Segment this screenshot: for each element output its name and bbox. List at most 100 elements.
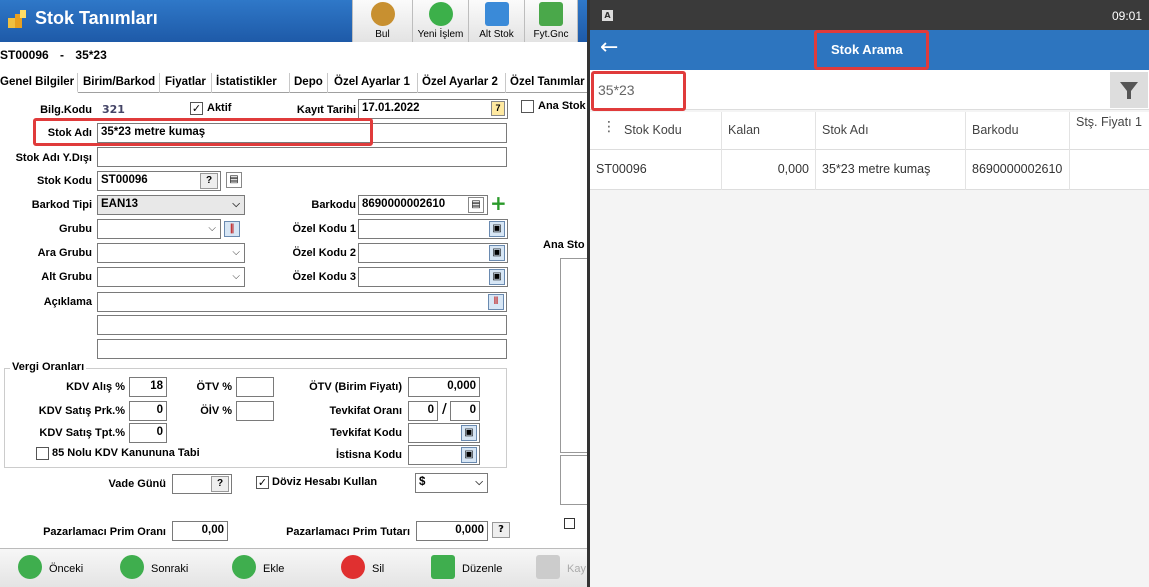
- prim-orani-label: Pazarlamacı Prim Oranı: [43, 526, 166, 538]
- oiv-label: ÖİV %: [200, 405, 232, 417]
- tevkifat-a-input[interactable]: 0: [408, 401, 438, 421]
- kaydet-button[interactable]: Kay: [536, 555, 590, 583]
- vade-help-button[interactable]: ?: [211, 476, 229, 492]
- ozel-kodu-1-input[interactable]: ▣: [358, 219, 508, 239]
- cell-fiyat: [1070, 150, 1149, 190]
- duzenle-button[interactable]: Düzenle: [431, 555, 511, 583]
- lookup-icon[interactable]: ▣: [461, 447, 477, 463]
- tab-birim-barkod[interactable]: Birim/Barkod: [80, 73, 160, 93]
- doviz-select[interactable]: $ ⌵: [415, 473, 488, 493]
- doviz-checkbox[interactable]: ✓: [256, 476, 269, 489]
- barkodu-label: Barkodu: [311, 199, 356, 211]
- lookup-icon[interactable]: ▣: [489, 269, 505, 285]
- vade-gunu-input[interactable]: ?: [172, 474, 232, 494]
- stok-adi-ydisi-input[interactable]: [97, 147, 507, 167]
- add-barcode-icon[interactable]: +: [490, 193, 507, 213]
- otv-input[interactable]: [236, 377, 274, 397]
- kdv-satis-tpt-input[interactable]: 0: [129, 423, 167, 443]
- istisna-kodu-label: İstisna Kodu: [335, 449, 402, 461]
- sonraki-button[interactable]: Sonraki: [120, 555, 200, 583]
- ara-grubu-select[interactable]: ⌵: [97, 243, 245, 263]
- cell-kalan: 0,000: [722, 150, 816, 190]
- app-bar: ← Stok Arama: [590, 30, 1149, 70]
- kdv85-checkbox[interactable]: [36, 447, 49, 460]
- istisna-kodu-input[interactable]: ▣: [408, 445, 480, 465]
- document-icon[interactable]: ▤: [226, 172, 242, 188]
- alt-grubu-label: Alt Grubu: [41, 271, 92, 283]
- vade-gunu-label: Vade Günü: [108, 478, 166, 490]
- kdv-satis-prk-label: KDV Satış Prk.%: [38, 405, 125, 417]
- ozel-kodu-2-label: Özel Kodu 2: [292, 247, 356, 259]
- cell-barkodu: 8690000002610: [966, 150, 1070, 190]
- tab-istatistikler[interactable]: İstatistikler: [214, 73, 290, 93]
- stok-kodu-help-button[interactable]: ?: [200, 173, 218, 189]
- lookup-icon[interactable]: ▣: [489, 221, 505, 237]
- tab-depo[interactable]: Depo: [292, 73, 328, 93]
- barcode-doc-icon[interactable]: ▤: [468, 197, 484, 213]
- tab-ozel-ayarlar-1[interactable]: Özel Ayarlar 1: [332, 73, 418, 93]
- tevkifat-b-input[interactable]: 0: [450, 401, 480, 421]
- tab-genel-bilgiler[interactable]: Genel Bilgiler: [0, 73, 78, 93]
- stok-tanimlari-window: Stok Tanımları Bul Yeni İşlem Alt Stok F…: [0, 0, 590, 587]
- alt-stok-button[interactable]: Alt Stok: [468, 0, 524, 42]
- kayit-tarihi-input[interactable]: 17.01.2022 7: [358, 99, 508, 119]
- aciklama-input-3[interactable]: [97, 339, 507, 359]
- prim-help-button[interactable]: ?: [492, 522, 510, 538]
- otv-birim-label: ÖTV (Birim Fiyatı): [309, 381, 402, 393]
- chevron-down-icon: ⌵: [208, 223, 216, 234]
- ana-stok-2-label: Ana Sto: [543, 239, 585, 251]
- yeni-islem-button[interactable]: Yeni İşlem: [412, 0, 468, 42]
- onceki-button[interactable]: Önceki: [18, 555, 98, 583]
- lookup-icon[interactable]: ▣: [461, 425, 477, 441]
- ekle-button[interactable]: Ekle: [232, 555, 302, 583]
- sil-button[interactable]: Sil: [341, 555, 401, 583]
- ozel-kodu-1-label: Özel Kodu 1: [292, 223, 356, 235]
- record-header: ST00096 - 35*23: [0, 48, 107, 62]
- aciklama-list-icon[interactable]: ‖: [488, 294, 504, 310]
- oiv-input[interactable]: [236, 401, 274, 421]
- calendar-icon[interactable]: 7: [491, 101, 505, 116]
- tevkifat-kodu-input[interactable]: ▣: [408, 423, 480, 443]
- column-menu-icon[interactable]: ⋮: [602, 120, 616, 134]
- grubu-select[interactable]: ⌵: [97, 219, 221, 239]
- tab-ozel-ayarlar-2[interactable]: Özel Ayarlar 2: [420, 73, 506, 93]
- arrow-right-icon: [120, 555, 144, 579]
- stop-icon[interactable]: [564, 518, 575, 529]
- barkod-tipi-label: Barkod Tipi: [31, 199, 92, 211]
- kayit-tarihi-label: Kayıt Tarihi: [296, 104, 356, 116]
- ozel-kodu-3-input[interactable]: ▣: [358, 267, 508, 287]
- tab-fiyatlar[interactable]: Fiyatlar: [162, 73, 212, 93]
- aktif-checkbox[interactable]: ✓: [190, 102, 203, 115]
- otv-birim-input[interactable]: 0,000: [408, 377, 480, 397]
- aciklama-label: Açıklama: [43, 296, 92, 308]
- stok-kodu-input[interactable]: ST00096 ?: [97, 171, 221, 191]
- col-sts-fiyati[interactable]: Stş. Fiyatı 1: [1070, 112, 1149, 150]
- table-row[interactable]: ST00096 0,000 35*23 metre kumaş 86900000…: [590, 150, 1149, 190]
- alt-grubu-select[interactable]: ⌵: [97, 267, 245, 287]
- prim-tutari-input[interactable]: 0,000: [416, 521, 488, 541]
- aciklama-input-1[interactable]: ‖: [97, 292, 507, 312]
- kdv85-label: 85 Nolu KDV Kanununa Tabi: [52, 447, 200, 459]
- aciklama-input-2[interactable]: [97, 315, 507, 335]
- grid-header: ⋮ Stok Kodu Kalan Stok Adı Barkodu Stş. …: [590, 112, 1149, 150]
- col-stok-kodu[interactable]: Stok Kodu: [618, 112, 722, 150]
- lookup-icon[interactable]: ▣: [489, 245, 505, 261]
- bul-button[interactable]: Bul: [352, 0, 412, 42]
- kdv-alis-label: KDV Alış %: [66, 381, 125, 393]
- prim-orani-input[interactable]: 0,00: [172, 521, 228, 541]
- fiyat-guncelle-button[interactable]: Fyt.Gnc: [524, 0, 578, 42]
- kdv-alis-input[interactable]: 18: [129, 377, 167, 397]
- barkod-tipi-select[interactable]: EAN13 ⌵: [97, 195, 245, 215]
- col-stok-adi[interactable]: Stok Adı: [816, 112, 966, 150]
- col-kalan[interactable]: Kalan: [722, 112, 816, 150]
- ana-stok-checkbox[interactable]: [521, 100, 534, 113]
- kdv-satis-prk-input[interactable]: 0: [129, 401, 167, 421]
- tab-ozel-tanimlar[interactable]: Özel Tanımlar: [508, 73, 590, 93]
- stok-adi-ydisi-label: Stok Adı Y.Dışı: [15, 152, 92, 164]
- filter-button[interactable]: [1110, 72, 1148, 108]
- status-bar: A 09:01: [590, 0, 1149, 30]
- back-arrow-icon[interactable]: ←: [600, 36, 618, 60]
- grubu-list-icon[interactable]: ‖: [224, 221, 240, 237]
- ozel-kodu-2-input[interactable]: ▣: [358, 243, 508, 263]
- col-barkodu[interactable]: Barkodu: [966, 112, 1070, 150]
